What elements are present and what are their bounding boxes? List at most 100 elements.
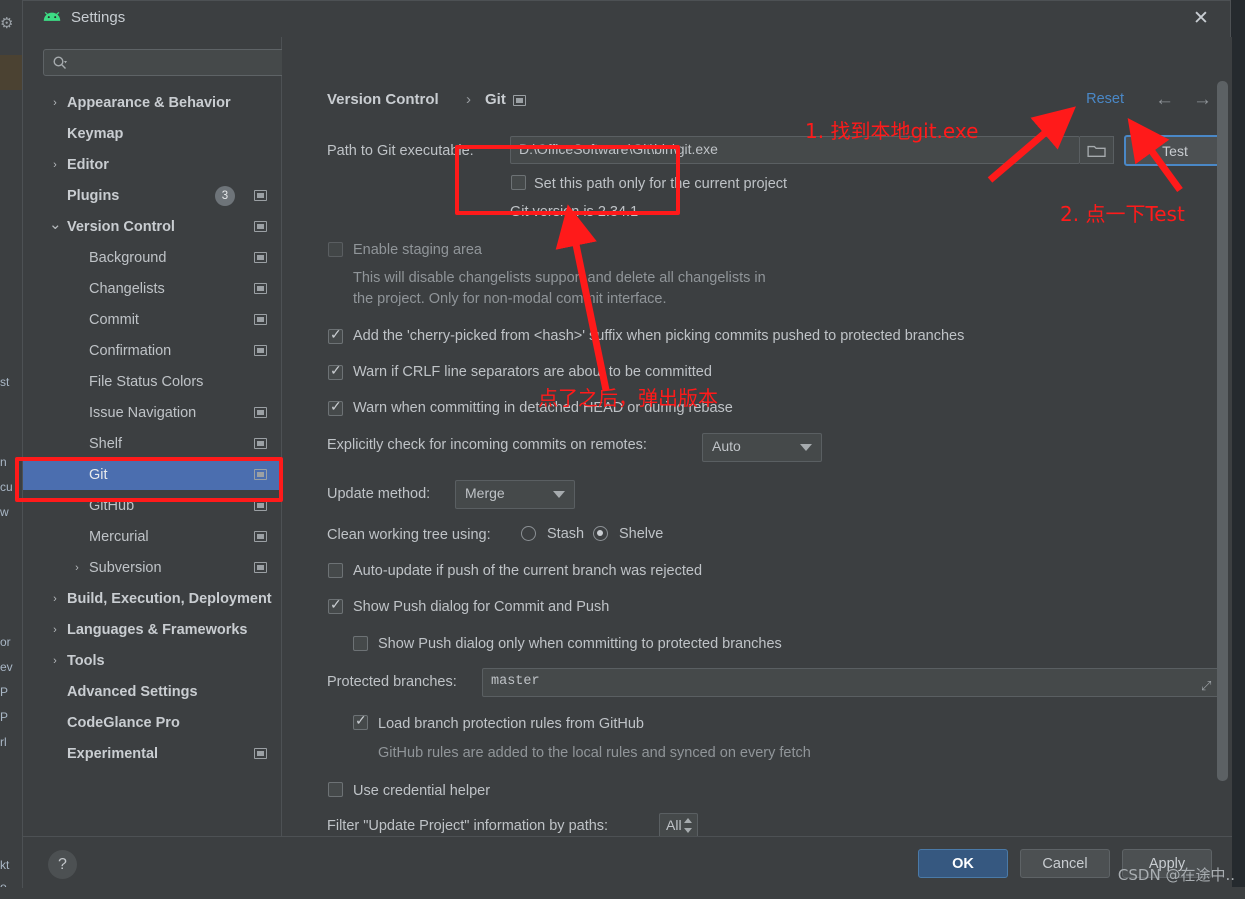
- sidebar-item-experimental[interactable]: Experimental: [23, 738, 281, 769]
- copy-settings-icon[interactable]: [513, 95, 526, 106]
- search-box[interactable]: [43, 49, 296, 76]
- auto-update-checkbox[interactable]: [328, 563, 343, 578]
- sidebar-item-background[interactable]: Background: [23, 242, 281, 273]
- sidebar-item-version-control[interactable]: ⌄ Version Control: [23, 211, 281, 242]
- help-icon[interactable]: ?: [48, 850, 77, 879]
- detached-head-checkbox[interactable]: [328, 398, 343, 416]
- android-robot-icon: [43, 11, 61, 21]
- clean-stash-radio[interactable]: [521, 526, 536, 541]
- sidebar-item-issue-navigation[interactable]: Issue Navigation: [23, 397, 281, 428]
- sidebar-item-keymap[interactable]: Keymap: [23, 118, 281, 149]
- incoming-commits-value: Auto: [712, 438, 741, 454]
- set-path-only-checkbox[interactable]: [511, 175, 526, 190]
- ok-button[interactable]: OK: [918, 849, 1008, 878]
- use-credential-helper-checkbox[interactable]: [328, 782, 343, 797]
- chevron-right-icon[interactable]: ›: [49, 655, 61, 667]
- load-branch-rules-desc: GitHub rules are added to the local rule…: [378, 745, 811, 761]
- reset-link[interactable]: Reset: [1086, 91, 1124, 107]
- chevron-right-icon[interactable]: ›: [49, 159, 61, 171]
- sidebar-item-advanced-settings[interactable]: Advanced Settings: [23, 676, 281, 707]
- breadcrumb-root[interactable]: Version Control: [327, 91, 439, 108]
- git-path-field[interactable]: D:\OfficeSoftware\Git\bin\git.exe: [510, 136, 1080, 164]
- copy-settings-icon[interactable]: [254, 283, 267, 294]
- sidebar-item-label: Plugins: [67, 187, 120, 204]
- sidebar-item-label: Experimental: [67, 745, 159, 762]
- cancel-button[interactable]: Cancel: [1020, 849, 1110, 878]
- test-button[interactable]: Test: [1124, 135, 1226, 166]
- enable-staging-checkbox[interactable]: [328, 242, 343, 257]
- sidebar-item-github[interactable]: GitHub: [23, 490, 281, 521]
- show-push-protected-checkbox[interactable]: [353, 636, 368, 651]
- git-path-value: D:\OfficeSoftware\Git\bin\git.exe: [519, 141, 718, 157]
- expand-field-icon[interactable]: ⤢: [1201, 678, 1213, 693]
- copy-settings-icon[interactable]: [254, 314, 267, 325]
- sidebar-item-mercurial[interactable]: Mercurial: [23, 521, 281, 552]
- breadcrumb-leaf: Git: [485, 91, 506, 108]
- chevron-right-icon[interactable]: ›: [49, 593, 61, 605]
- copy-settings-icon[interactable]: [254, 748, 267, 759]
- sidebar-item-label: Git: [89, 466, 108, 483]
- copy-settings-icon[interactable]: [254, 407, 267, 418]
- protected-branches-value: master: [491, 674, 540, 689]
- sidebar-item-changelists[interactable]: Changelists: [23, 273, 281, 304]
- clean-shelve-radio[interactable]: [593, 526, 608, 541]
- sidebar-item-confirmation[interactable]: Confirmation: [23, 335, 281, 366]
- arrow-right-icon[interactable]: →: [1193, 89, 1212, 111]
- sidebar-item-label: Mercurial: [89, 528, 149, 545]
- show-push-dialog-checkbox[interactable]: [328, 596, 343, 614]
- chevron-right-icon[interactable]: ›: [49, 624, 61, 636]
- sidebar-item-tools[interactable]: › Tools: [23, 645, 281, 676]
- sidebar-item-plugins[interactable]: Plugins 3: [23, 180, 281, 211]
- copy-settings-icon[interactable]: [254, 500, 267, 511]
- sidebar-item-label: Advanced Settings: [67, 683, 198, 700]
- update-method-select[interactable]: Merge: [455, 480, 575, 509]
- load-branch-rules-label: Load branch protection rules from GitHub: [378, 716, 644, 732]
- sidebar-item-appearance-behavior[interactable]: › Appearance & Behavior: [23, 87, 281, 118]
- content-scrollbar-thumb[interactable]: [1217, 81, 1228, 781]
- copy-settings-icon[interactable]: [254, 562, 267, 573]
- copy-settings-icon[interactable]: [254, 438, 267, 449]
- sidebar-item-subversion[interactable]: › Subversion: [23, 552, 281, 583]
- browse-folder-button[interactable]: [1080, 136, 1114, 164]
- sidebar-item-commit[interactable]: Commit: [23, 304, 281, 335]
- annotation-step-3: 点了之后，弹出版本: [538, 386, 718, 410]
- settings-tree: › Appearance & Behavior Keymap › Editor Plugi…: [23, 87, 281, 836]
- sidebar-item-editor[interactable]: › Editor: [23, 149, 281, 180]
- background-text-fragment: P: [0, 710, 9, 724]
- copy-settings-icon[interactable]: [254, 190, 267, 201]
- sidebar-item-languages-frameworks[interactable]: › Languages & Frameworks: [23, 614, 281, 645]
- chevron-down-icon: [684, 828, 692, 833]
- sidebar-item-label: Appearance & Behavior: [67, 94, 231, 111]
- sidebar-item-codeglance-pro[interactable]: CodeGlance Pro: [23, 707, 281, 738]
- background-gear-icon: ⚙: [0, 15, 14, 32]
- search-input[interactable]: [74, 54, 284, 73]
- copy-settings-icon[interactable]: [254, 469, 267, 480]
- copy-settings-icon[interactable]: [254, 345, 267, 356]
- copy-settings-icon[interactable]: [254, 221, 267, 232]
- crlf-warn-checkbox[interactable]: [328, 362, 343, 380]
- copy-settings-icon[interactable]: [254, 252, 267, 263]
- chevron-up-icon: [684, 818, 692, 823]
- protected-branches-field[interactable]: master ⤢: [482, 668, 1222, 697]
- chevron-right-icon[interactable]: ›: [49, 97, 61, 109]
- cherry-picked-label: Add the 'cherry-picked from <hash>' suff…: [353, 328, 965, 344]
- chevron-right-icon[interactable]: ›: [71, 562, 83, 574]
- dialog-title: Settings: [71, 9, 126, 26]
- plugins-update-badge: 3: [215, 185, 235, 206]
- sidebar-item-file-status-colors[interactable]: File Status Colors: [23, 366, 281, 397]
- annotation-step-2: 2. 点一下Test: [1060, 202, 1185, 226]
- load-branch-rules-checkbox[interactable]: [353, 712, 368, 730]
- sidebar-item-build-execution-deployment[interactable]: › Build, Execution, Deployment: [23, 583, 281, 614]
- chevron-down-icon[interactable]: ⌄: [49, 215, 62, 233]
- git-version-text: Git version is 2.34.1: [510, 204, 639, 220]
- filter-paths-spinner[interactable]: All: [659, 813, 698, 838]
- show-push-dialog-label: Show Push dialog for Commit and Push: [353, 599, 610, 615]
- copy-settings-icon[interactable]: [254, 531, 267, 542]
- cherry-picked-checkbox[interactable]: [328, 326, 343, 344]
- sidebar-item-shelf[interactable]: Shelf: [23, 428, 281, 459]
- close-icon[interactable]: ✕: [1184, 6, 1218, 32]
- sidebar-item-label: Tools: [67, 652, 105, 669]
- arrow-left-icon[interactable]: ←: [1155, 89, 1174, 111]
- sidebar-item-git[interactable]: Git: [23, 459, 281, 490]
- incoming-commits-select[interactable]: Auto: [702, 433, 822, 462]
